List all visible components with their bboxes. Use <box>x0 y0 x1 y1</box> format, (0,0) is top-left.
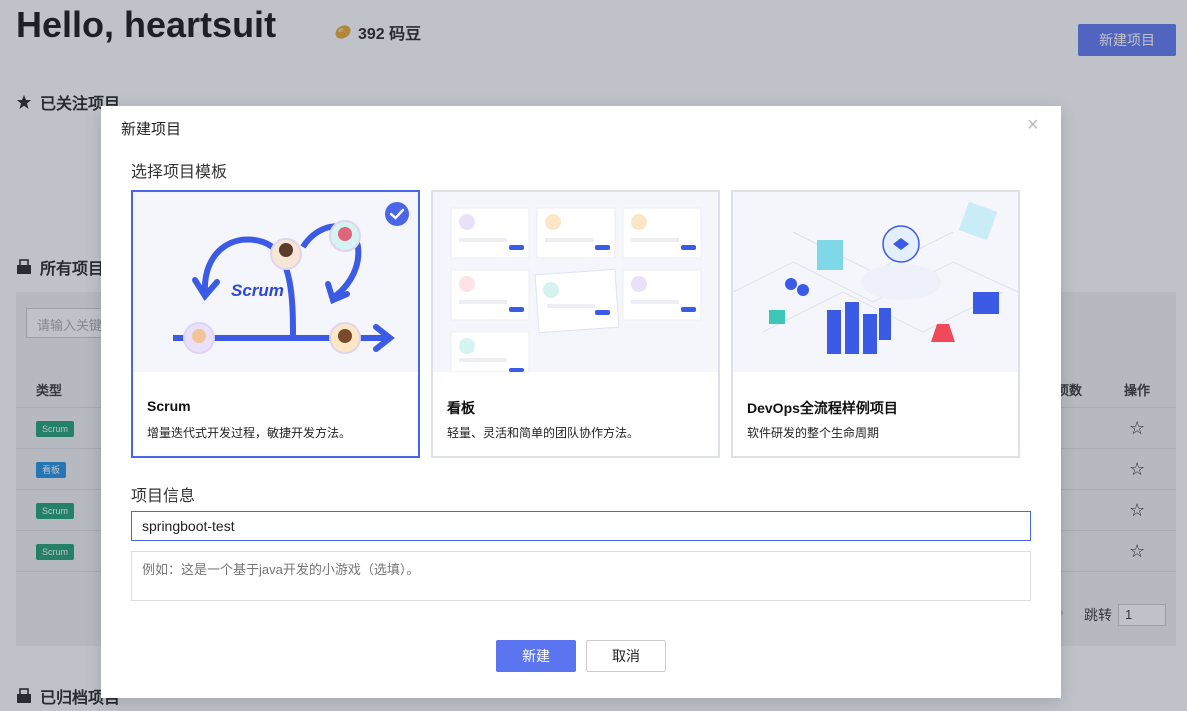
template-card-devops[interactable]: DevOps全流程样例项目 软件研发的整个生命周期 <box>731 190 1020 458</box>
template-desc: 软件研发的整个生命周期 <box>747 426 880 440</box>
template-heading: 选择项目模板 <box>131 164 228 181</box>
template-name: DevOps全流程样例项目 <box>747 400 898 416</box>
new-project-dialog: 新建项目 × 选择项目模板 Scrum Scrum 增量迭代式开发过程，敏捷开发… <box>101 106 1061 698</box>
create-button[interactable]: 新建 <box>496 640 576 672</box>
template-name: Scrum <box>147 398 191 414</box>
devops-illustration <box>733 192 1018 372</box>
template-name: 看板 <box>447 400 475 416</box>
template-card-scrum[interactable]: Scrum Scrum 增量迭代式开发过程，敏捷开发方法。 <box>131 190 420 458</box>
close-icon[interactable]: × <box>1027 114 1039 137</box>
template-desc: 轻量、灵活和简单的团队协作方法。 <box>447 426 640 440</box>
info-heading: 项目信息 <box>131 488 196 505</box>
template-card-kanban[interactable]: 看板 轻量、灵活和简单的团队协作方法。 <box>431 190 720 458</box>
dialog-title: 新建项目 <box>121 121 182 138</box>
project-desc-input[interactable] <box>131 551 1031 601</box>
check-circle-icon <box>385 202 409 226</box>
template-desc: 增量迭代式开发过程，敏捷开发方法。 <box>147 426 352 440</box>
project-name-input[interactable] <box>131 511 1031 541</box>
scrum-illus-label: Scrum <box>231 281 284 300</box>
cancel-button[interactable]: 取消 <box>586 640 666 672</box>
kanban-illustration <box>433 192 718 372</box>
scrum-illustration: Scrum <box>133 192 418 372</box>
